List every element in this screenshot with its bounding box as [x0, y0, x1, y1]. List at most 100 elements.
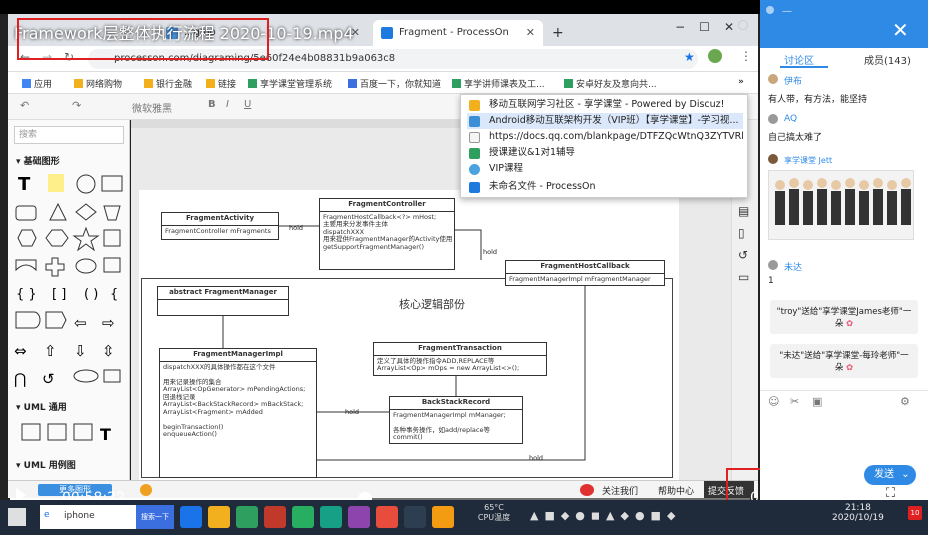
font-select[interactable]: 微软雅黑: [132, 100, 172, 115]
edge-icon[interactable]: [180, 506, 202, 528]
history-icon[interactable]: ↺: [738, 248, 748, 262]
bookmark-item[interactable]: 安卓好友及意向共...: [564, 77, 657, 90]
uml-text-icon[interactable]: T: [100, 425, 111, 444]
arrow-left-icon[interactable]: ⇦: [74, 314, 87, 332]
brace-icon[interactable]: { }: [16, 287, 37, 302]
app-icon[interactable]: [404, 506, 426, 528]
emoji-icon[interactable]: ☺: [768, 395, 779, 408]
italic-icon[interactable]: I: [226, 99, 229, 110]
volume-icon[interactable]: ◀): [832, 474, 853, 495]
app-icon[interactable]: [292, 506, 314, 528]
trapezoid-icon[interactable]: [103, 205, 121, 221]
notification-badge[interactable]: 10: [908, 506, 922, 520]
document-shape-icon[interactable]: [103, 369, 121, 383]
image-icon[interactable]: ▣: [812, 395, 822, 408]
app-icon[interactable]: [236, 506, 258, 528]
file-icon[interactable]: ▯: [738, 226, 745, 240]
app-icon[interactable]: [264, 506, 286, 528]
cross-icon[interactable]: [45, 257, 65, 277]
video-player[interactable]: ...gmo ✕ Fragment - ProcessOn ✕ + −☐✕ ← → …: [0, 0, 760, 535]
bookmark-item[interactable]: 应用: [22, 77, 52, 90]
uml-package-icon[interactable]: [21, 423, 41, 441]
arrow-down-icon[interactable]: ⇩: [74, 342, 87, 360]
bookmark-item[interactable]: 享学讲师课表及工...: [452, 77, 545, 90]
brace-right-icon[interactable]: {: [110, 287, 118, 302]
clock[interactable]: 21:18 2020/10/19: [832, 503, 884, 523]
section-basic-shapes[interactable]: ▾ 基础图形: [16, 154, 60, 167]
triangle-icon[interactable]: [49, 202, 67, 221]
callout-icon[interactable]: [103, 257, 121, 273]
teacher-photo[interactable]: [768, 170, 914, 240]
delay-shape-icon[interactable]: [15, 311, 41, 329]
circle-shape-icon[interactable]: [76, 174, 96, 194]
square-icon[interactable]: [103, 229, 121, 247]
star-shape-icon[interactable]: [72, 226, 100, 252]
app-icon[interactable]: [320, 506, 342, 528]
shape-search-input[interactable]: 搜索: [14, 126, 124, 144]
bookmark-item[interactable]: 银行金融: [144, 77, 192, 90]
bookmark-item[interactable]: 享学课堂管理系统: [248, 77, 332, 90]
scissors-icon[interactable]: ✂: [790, 395, 799, 408]
dropdown-item[interactable]: https://docs.qq.com/blankpage/DTFZQcWtnQ…: [467, 129, 743, 145]
bookmark-item[interactable]: 链接: [206, 77, 236, 90]
settings-icon[interactable]: ⚙: [900, 395, 910, 408]
diamond-icon[interactable]: [75, 203, 97, 221]
app-icon[interactable]: [376, 506, 398, 528]
taskbar-search[interactable]: e iphone 搜索一下: [40, 505, 174, 529]
comment-icon[interactable]: ▭: [738, 270, 749, 284]
new-tab-button[interactable]: +: [546, 20, 570, 46]
pentagon-arrow-icon[interactable]: [45, 311, 67, 329]
note-shape-icon[interactable]: [48, 174, 64, 192]
search-button[interactable]: 搜索一下: [136, 505, 174, 529]
app-icon[interactable]: [348, 506, 370, 528]
explorer-icon[interactable]: [208, 506, 230, 528]
close-icon[interactable]: ✕: [892, 18, 909, 42]
octagon-icon[interactable]: [45, 229, 69, 247]
rect-shape-icon[interactable]: [101, 175, 123, 192]
text-shape-icon[interactable]: T: [18, 174, 31, 195]
bracket-icon[interactable]: [ ]: [52, 287, 66, 302]
tab-discussion[interactable]: 讨论区: [784, 52, 814, 67]
uml-interface-icon[interactable]: [73, 423, 93, 441]
page-icon[interactable]: ▤: [738, 204, 749, 218]
browser-tab-active[interactable]: Fragment - ProcessOn ✕: [373, 20, 543, 46]
uml-shape-grid[interactable]: T: [20, 418, 124, 446]
window-controls[interactable]: −☐✕: [675, 20, 748, 34]
underline-icon[interactable]: U: [244, 99, 251, 110]
redo-icon[interactable]: ↷: [72, 99, 81, 112]
message-input[interactable]: [760, 411, 928, 463]
bold-icon[interactable]: B: [208, 99, 216, 110]
undo-icon[interactable]: ↶: [20, 99, 29, 112]
curve-arrow-icon[interactable]: ↺: [42, 370, 55, 388]
fullscreen-icon[interactable]: ⛶: [886, 486, 895, 501]
menu-icon[interactable]: ⋮: [740, 49, 752, 63]
arrow-vertical-icon[interactable]: ⇳: [102, 342, 115, 360]
flag-shape-icon[interactable]: [15, 259, 37, 272]
chevron-down-icon[interactable]: ⌄: [901, 469, 909, 480]
tab-members[interactable]: 成员(143): [864, 52, 911, 67]
arrow-right-icon[interactable]: ⇨: [102, 314, 115, 332]
extension-icon[interactable]: [708, 49, 722, 63]
hexagon-icon[interactable]: [17, 229, 37, 247]
ellipse-icon[interactable]: [73, 369, 99, 383]
bookmark-item[interactable]: 百度一下，你就知道: [348, 77, 441, 90]
section-uml-general[interactable]: ▾ UML 通用: [16, 400, 67, 413]
dropdown-item[interactable]: 未命名文件 - ProcessOn: [467, 179, 743, 195]
u-arrow-icon[interactable]: ⋂: [14, 370, 26, 388]
star-icon[interactable]: ★: [684, 50, 695, 64]
tray-icons[interactable]: ▲■◆●◼▲◆●■◆: [530, 509, 681, 522]
arrow-up-icon[interactable]: ⇧: [44, 342, 57, 360]
windows-start-icon[interactable]: [8, 508, 26, 526]
dropdown-item[interactable]: 移动互联网学习社区 - 享学课堂 - Powered by Discuz!: [467, 97, 743, 113]
send-button[interactable]: 发送 ⌄: [864, 465, 916, 485]
cloud-icon[interactable]: [75, 258, 97, 274]
shape-grid[interactable]: T { } [ ] ( ) { ⇦ ⇨ ⇔ ⇧ ⇩ ⇳ ⋂ ↺: [12, 170, 124, 390]
bookmark-item[interactable]: 网络购物: [74, 77, 122, 90]
uml-class-icon[interactable]: [47, 423, 67, 441]
bookmark-overflow-button[interactable]: »: [738, 77, 744, 87]
paren-icon[interactable]: ( ): [84, 287, 98, 302]
dropdown-item[interactable]: VIP课程: [467, 161, 743, 177]
arrow-both-icon[interactable]: ⇔: [14, 342, 27, 360]
section-uml-usecase[interactable]: ▾ UML 用例图: [16, 458, 76, 471]
dropdown-item[interactable]: 授课建议&1对1辅导: [467, 145, 743, 161]
